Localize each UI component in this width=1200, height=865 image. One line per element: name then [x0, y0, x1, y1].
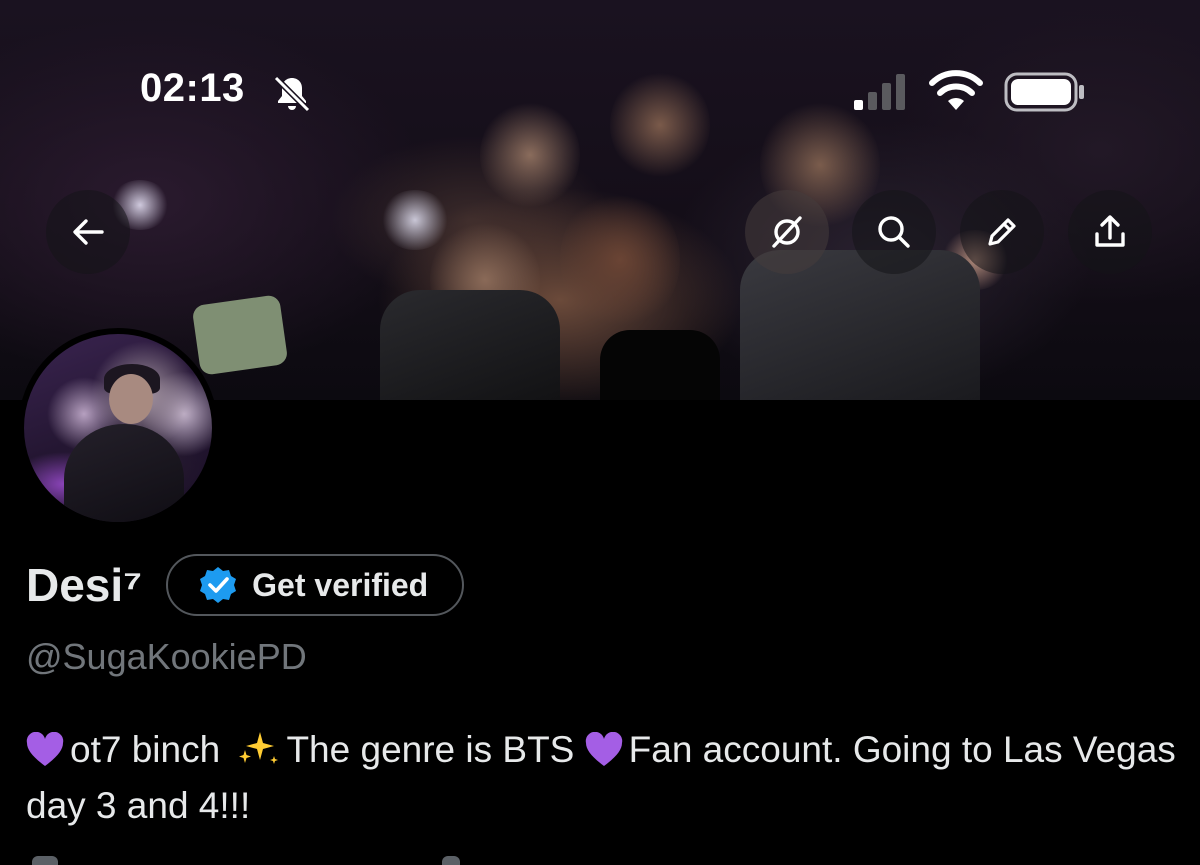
- signal-icon: [854, 74, 905, 110]
- bio-text-2: The genre is BTS: [286, 729, 575, 770]
- profile-avatar[interactable]: [18, 328, 218, 528]
- grok-button[interactable]: [745, 190, 829, 274]
- battery-icon: [1004, 72, 1084, 112]
- back-button[interactable]: [46, 190, 130, 274]
- back-arrow-icon: [73, 219, 104, 245]
- get-verified-label: Get verified: [252, 566, 429, 603]
- purple-heart-icon: [585, 732, 622, 766]
- sparkles-icon: [239, 732, 279, 764]
- search-button[interactable]: [852, 190, 936, 274]
- verified-badge-icon: [200, 567, 237, 603]
- purple-heart-icon: [26, 732, 64, 766]
- display-name: Desi⁷: [26, 559, 143, 611]
- calendar-icon: [442, 856, 460, 865]
- search-icon: [878, 216, 910, 248]
- profile-name-row: Desi⁷ Get verified: [26, 554, 465, 616]
- status-time: 02:13: [140, 66, 245, 110]
- share-button[interactable]: [1068, 190, 1152, 274]
- bell-muted-icon: [273, 75, 311, 113]
- wifi-icon: [929, 70, 983, 110]
- get-verified-button[interactable]: Get verified: [166, 554, 465, 616]
- status-bar: 02:13: [0, 58, 1200, 122]
- pencil-icon: [988, 218, 1016, 246]
- grok-icon: [772, 216, 802, 248]
- profile-meta-row: [26, 852, 1186, 865]
- location-icon: [32, 856, 58, 865]
- share-icon: [1095, 215, 1125, 247]
- bio-text-1: ot7 binch: [70, 729, 221, 770]
- edit-button[interactable]: [960, 190, 1044, 274]
- profile-handle: @SugaKookiePD: [26, 636, 307, 677]
- profile-bio: ot7 binch The genre is BTS Fan account. …: [26, 722, 1186, 834]
